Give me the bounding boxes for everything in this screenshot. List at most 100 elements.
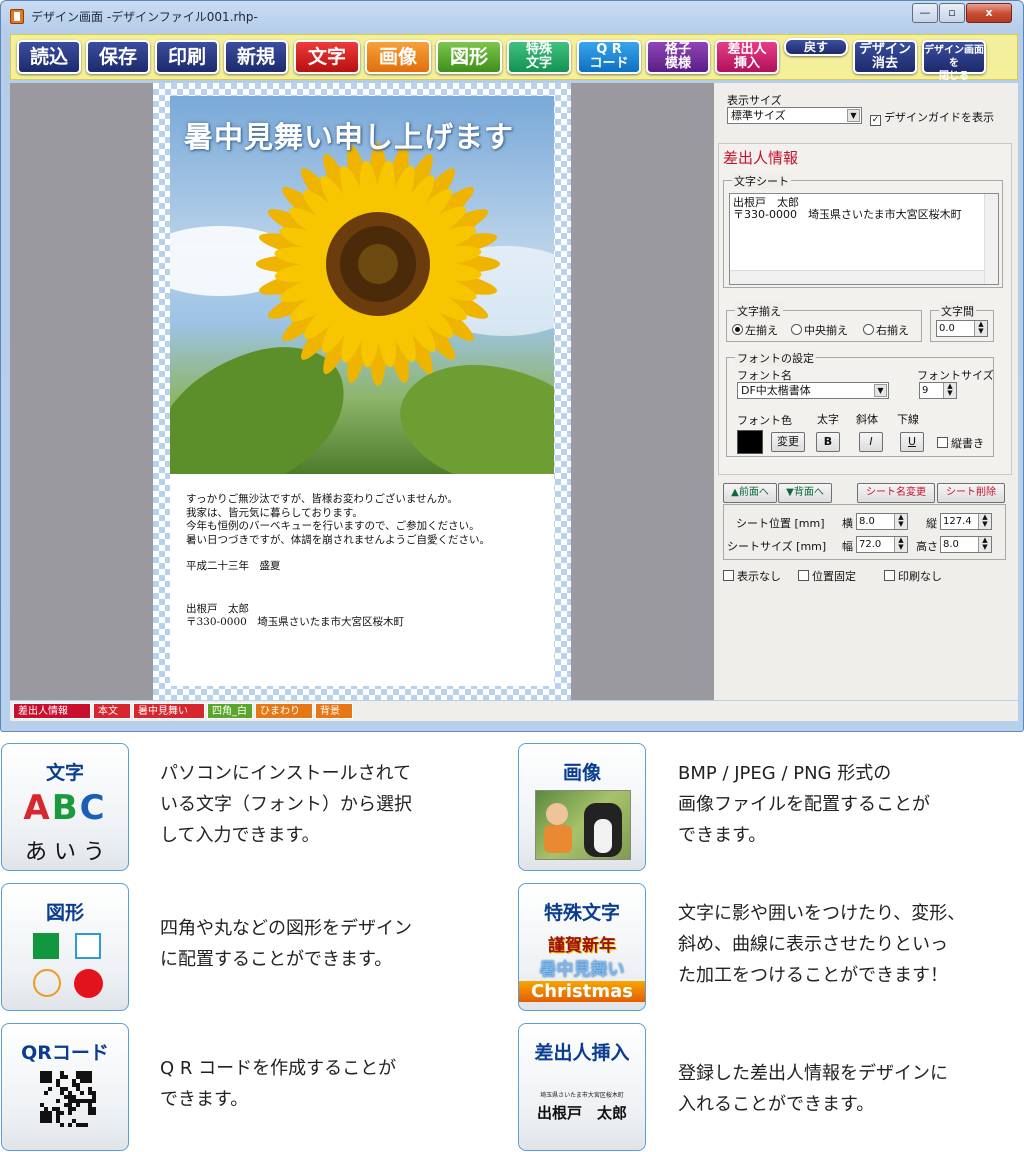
read-button[interactable]: 読込 <box>17 40 81 74</box>
width-spinner[interactable]: 72.0 ▲ ▼ <box>856 536 908 553</box>
font-name-select[interactable]: DF中太楷書体 ▼ <box>737 382 889 399</box>
app-icon <box>10 9 24 24</box>
feature-image-icon: 画像 <box>518 743 646 871</box>
sunflower-photo[interactable]: 暑中見舞い申し上げます <box>170 96 554 474</box>
hide-checkbox[interactable]: 表示なし <box>723 568 781 584</box>
sheet-tab[interactable]: 四角_白 <box>207 703 253 719</box>
save-button[interactable]: 保存 <box>86 40 150 74</box>
spinner-arrows-icon[interactable]: ▲ ▼ <box>943 383 956 398</box>
qr-cell <box>76 1075 80 1079</box>
text-button[interactable]: 文字 <box>294 40 360 74</box>
desc-line: 斜め、曲線に表示させたりといっ <box>678 934 948 955</box>
feature-shape-icon: 図形 <box>1 883 129 1011</box>
change-color-button[interactable]: 変更 <box>771 432 805 452</box>
underline-button[interactable]: U <box>900 432 924 452</box>
shape-button[interactable]: 図形 <box>436 40 502 74</box>
clear-label-2: 消去 <box>871 56 898 71</box>
sender-label-1: 差出人 <box>727 42 767 57</box>
sheet-tab[interactable]: 本文 <box>93 703 131 719</box>
font-size-spinner[interactable]: 9 ▲ ▼ <box>919 382 957 399</box>
radio-icon <box>732 324 743 335</box>
pos-x-spinner[interactable]: 8.0 ▲ ▼ <box>856 513 908 530</box>
display-size-select[interactable]: 標準サイズ ▼ <box>727 107 862 124</box>
text-sheet-editor[interactable]: 出根戸 太郎 〒330-0000 埼玉県さいたま市大宮区桜木町 <box>729 193 999 285</box>
font-size-value: 9 <box>922 385 929 396</box>
minimize-button[interactable]: — <box>912 3 938 23</box>
close-design-button[interactable]: デザイン画面を 閉じる <box>922 40 986 82</box>
qr-cell <box>84 1079 88 1083</box>
baby-shape <box>544 825 572 853</box>
window-title: デザイン画面 -デザインファイル001.rhp- <box>31 10 258 24</box>
spinner-arrows-icon[interactable]: ▲ ▼ <box>978 537 991 552</box>
font-color-swatch[interactable] <box>737 430 763 454</box>
qr-cell <box>60 1123 64 1127</box>
vertical-scrollbar[interactable] <box>984 194 998 284</box>
qr-cell <box>48 1115 52 1119</box>
maximize-button[interactable]: ▫ <box>939 3 965 23</box>
height-spinner[interactable]: 8.0 ▲ ▼ <box>940 536 992 553</box>
pos-y-spinner[interactable]: 127.4 ▲ ▼ <box>940 513 992 530</box>
spinner-arrows-icon[interactable]: ▲ ▼ <box>978 514 991 529</box>
sheet-tab[interactable]: 差出人情報 <box>13 703 91 719</box>
close-button[interactable]: x <box>966 3 1012 23</box>
undo-button[interactable]: 戻す <box>784 38 848 56</box>
qr-cell <box>68 1123 72 1127</box>
no-print-checkbox[interactable]: 印刷なし <box>884 568 942 584</box>
square-outline-shape <box>75 933 101 959</box>
qr-cell <box>88 1091 92 1095</box>
rename-sheet-button[interactable]: シート名変更 <box>857 483 935 503</box>
qr-cell <box>68 1099 72 1103</box>
bring-front-button[interactable]: ▲前面へ <box>723 483 777 503</box>
spacing-spinner[interactable]: 0.0 ▲ ▼ <box>936 320 988 337</box>
bold-button[interactable]: B <box>816 432 840 452</box>
vertical-text-checkbox[interactable]: 縦書き <box>937 435 984 451</box>
spinner-arrows-icon[interactable]: ▲ ▼ <box>974 321 987 336</box>
qr-code-button[interactable]: Q R コード <box>577 40 641 74</box>
horizontal-scrollbar[interactable] <box>730 270 984 284</box>
desc-line: 四角や丸などの図形をデザイン <box>160 918 412 939</box>
new-button[interactable]: 新規 <box>224 40 288 74</box>
sheet-tab[interactable]: 背景 <box>315 703 353 719</box>
headline-text[interactable]: 暑中見舞い申し上げます <box>184 114 544 156</box>
insert-sender-button[interactable]: 差出人 挿入 <box>715 40 779 74</box>
qr-cell <box>80 1075 84 1079</box>
align-right-radio[interactable]: 右揃え <box>863 322 909 338</box>
sheet-tab[interactable]: 暑中見舞い <box>133 703 205 719</box>
qr-cell <box>44 1115 48 1119</box>
toolbar: 読込 保存 印刷 新規 文字 画像 図形 特殊 文字 Q R コード 格子 模様 差出… <box>10 34 1018 82</box>
qr-cell <box>68 1111 72 1115</box>
image-button[interactable]: 画像 <box>365 40 431 74</box>
body-text[interactable]: すっかりご無沙汰ですが、皆様お変わりございませんか。 我家は、皆元気に暮らしてお… <box>186 493 546 630</box>
print-button[interactable]: 印刷 <box>155 40 219 74</box>
clear-design-button[interactable]: デザイン 消去 <box>853 40 917 74</box>
delete-sheet-button[interactable]: シート削除 <box>937 483 1005 503</box>
special-text-button[interactable]: 特殊 文字 <box>507 40 571 74</box>
sheet-tab[interactable]: ひまわり <box>255 703 313 719</box>
qr-cell <box>76 1083 80 1087</box>
date-text: 平成二十三年 盛夏 <box>186 560 281 572</box>
desc-line: に配置することができます。 <box>160 949 393 970</box>
lock-position-checkbox[interactable]: 位置固定 <box>798 568 856 584</box>
italic-button[interactable]: I <box>859 432 883 452</box>
desc-line: 画像ファイルを配置することが <box>678 794 930 815</box>
feature-qr-icon: QRコード <box>1 1023 129 1151</box>
send-back-button[interactable]: ▼背面へ <box>778 483 832 503</box>
sample-name: 出根戸 太郎 <box>536 1104 627 1122</box>
spinner-arrows-icon[interactable]: ▲ ▼ <box>894 537 907 552</box>
baby-dog-photo <box>535 790 631 860</box>
spinner-arrows-icon[interactable]: ▲ ▼ <box>894 514 907 529</box>
feature-shape-description: 四角や丸などの図形をデザイン に配置することができます。 <box>160 913 412 975</box>
design-guide-checkbox[interactable]: ✓ デザインガイドを表示 <box>870 109 994 126</box>
grid-pattern-button[interactable]: 格子 模様 <box>646 40 710 74</box>
align-left-radio[interactable]: 左揃え <box>732 322 778 338</box>
qr-cell <box>44 1091 48 1095</box>
qr-cell <box>44 1107 48 1111</box>
qr-cell <box>88 1103 92 1107</box>
qr-cell <box>60 1111 64 1115</box>
align-left-label: 左揃え <box>745 324 778 337</box>
postcard[interactable]: 暑中見舞い申し上げます すっかりご無沙汰ですが、皆様お変わりございませんか。 我… <box>170 96 554 686</box>
height-value: 8.0 <box>943 539 959 550</box>
align-center-radio[interactable]: 中央揃え <box>791 322 848 338</box>
qr-cell <box>68 1091 72 1095</box>
sheet-geometry-group: シート位置 [mm] 横 8.0 ▲ ▼ 縦 127.4 ▲ ▼ シートサイズ [mm]… <box>723 504 1006 560</box>
